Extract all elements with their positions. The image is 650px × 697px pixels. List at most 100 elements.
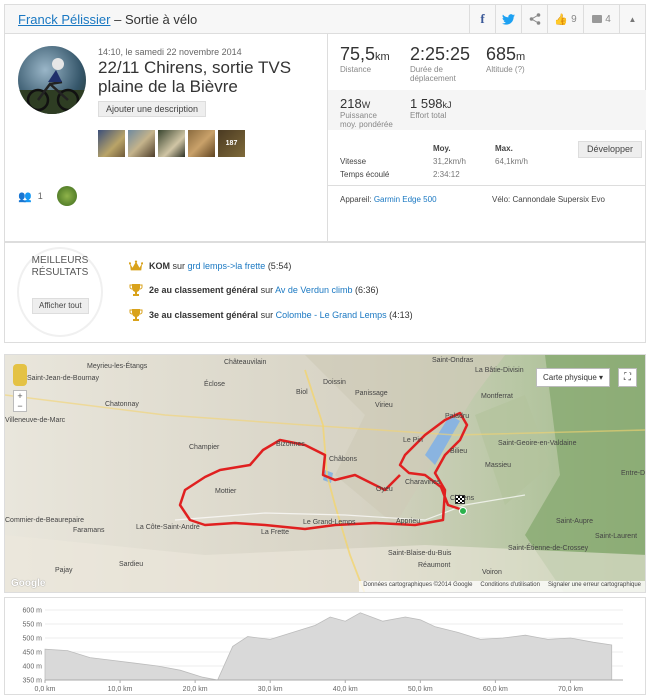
x-tick-label: 10,0 km bbox=[108, 686, 133, 693]
crown-icon bbox=[129, 260, 143, 271]
photo-thumb[interactable] bbox=[158, 130, 185, 157]
athletes-count: 1 bbox=[37, 191, 43, 201]
details-divider bbox=[328, 185, 646, 186]
trophy-icon bbox=[129, 284, 143, 296]
map-place-label: Biol bbox=[296, 389, 308, 396]
distance-label: Distance bbox=[340, 65, 372, 74]
activity-type: Sortie à vélo bbox=[124, 12, 198, 27]
map-place-label: Doissin bbox=[323, 379, 346, 386]
speed-max: 64,1km/h bbox=[495, 157, 528, 166]
elapsed-value: 2:34:12 bbox=[433, 170, 460, 179]
map-place-label: Saint-Geoire-en-Valdaine bbox=[498, 440, 577, 447]
share-button[interactable] bbox=[521, 5, 547, 33]
map-place-label: Paladru bbox=[445, 413, 470, 420]
map-place-label: Le Pin bbox=[403, 437, 423, 444]
photo-thumb[interactable] bbox=[188, 130, 215, 157]
comments-button[interactable]: 4 bbox=[583, 5, 619, 33]
map-place-label: La Frette bbox=[261, 529, 290, 536]
collapse-button[interactable]: ▲ bbox=[619, 5, 645, 33]
stat-weighted-power: 218W Puissance moy. pondérée bbox=[340, 96, 393, 129]
power-unit: W bbox=[361, 100, 371, 110]
segment-link[interactable]: Av de Verdun climb bbox=[275, 285, 352, 295]
energy-value: 1 598 bbox=[410, 96, 443, 111]
map-place-label: Villeneuve-de-Marc bbox=[5, 417, 66, 424]
bike-label: Vélo: bbox=[492, 195, 511, 204]
map-place-label: Éclose bbox=[204, 381, 226, 388]
result-time: (4:13) bbox=[386, 310, 413, 320]
device-link[interactable]: Garmin Edge 500 bbox=[374, 195, 437, 204]
athlete-name-link[interactable]: Franck Pélissier bbox=[18, 12, 110, 27]
result-item: KOM sur grd lemps->la frette (5:54) bbox=[129, 259, 291, 273]
group-athlete-avatar[interactable] bbox=[56, 186, 77, 206]
photo-thumb[interactable] bbox=[128, 130, 155, 157]
x-tick-label: 30,0 km bbox=[258, 686, 283, 693]
map-place-label: Apprieu bbox=[396, 518, 421, 525]
zoom-in-button[interactable]: + bbox=[14, 391, 26, 401]
header-title: Franck Pélissier – Sortie à vélo bbox=[18, 12, 197, 27]
x-tick-label: 0,0 km bbox=[34, 686, 55, 693]
athlete-avatar[interactable] bbox=[18, 46, 86, 114]
map-place-label: Bizonnes bbox=[276, 441, 305, 448]
map-place-label: Mottier bbox=[215, 488, 237, 495]
map-attribution: Données cartographiques ©2014 Google Con… bbox=[359, 581, 645, 592]
result-rank: KOM bbox=[149, 261, 170, 271]
result-sep: sur bbox=[258, 285, 276, 295]
power-value: 218 bbox=[340, 96, 362, 111]
y-tick-label: 550 m bbox=[23, 622, 43, 629]
finish-flag-icon bbox=[455, 495, 465, 504]
map-place-label: Commier-de-Beaurepaire bbox=[5, 517, 84, 524]
x-tick-label: 60,0 km bbox=[483, 686, 508, 693]
facebook-share-button[interactable]: f bbox=[469, 5, 495, 33]
group-athletes: 👥 1 bbox=[18, 186, 77, 206]
person-icon: 👥 bbox=[18, 190, 32, 203]
elevation-label-link[interactable]: Altitude (?) bbox=[486, 65, 525, 74]
activity-title: 22/11 Chirens, sortie TVS plaine de la B… bbox=[98, 58, 292, 96]
map-place-label: Pajay bbox=[55, 567, 73, 574]
best-heading-line-2: RÉSULTATS bbox=[31, 267, 89, 278]
map-place-label: Massieu bbox=[485, 462, 512, 469]
map-type-label: Carte physique bbox=[543, 373, 597, 382]
add-description-button[interactable]: Ajouter une description bbox=[98, 101, 207, 117]
zoom-out-button[interactable]: − bbox=[14, 401, 26, 411]
map-place-label: Saint-Étienne-de-Crossey bbox=[508, 545, 589, 552]
fullscreen-button[interactable]: ⛶ bbox=[618, 368, 637, 387]
terms-link[interactable]: Conditions d'utilisation bbox=[480, 582, 540, 591]
stat-moving-time: 2:25:25 Durée de déplacement bbox=[410, 44, 470, 83]
map-place-label: Saint-Laurent bbox=[595, 533, 638, 540]
report-error-link[interactable]: Signaler une erreur cartographique bbox=[548, 582, 641, 591]
segment-link[interactable]: Colombe - Le Grand Lemps bbox=[276, 310, 387, 320]
device-label: Appareil: bbox=[340, 195, 372, 204]
stat-distance: 75,5km Distance bbox=[340, 44, 390, 74]
photo-thumb[interactable] bbox=[98, 130, 125, 157]
fullscreen-icon: ⛶ bbox=[624, 372, 631, 383]
show-all-button[interactable]: Afficher tout bbox=[32, 298, 89, 314]
photo-thumb-more[interactable]: 187 bbox=[218, 130, 245, 157]
segment-link[interactable]: grd lemps->la frette bbox=[188, 261, 266, 271]
kudos-button[interactable]: 👍 9 bbox=[547, 5, 583, 33]
best-heading-line-1: MEILLEURS bbox=[31, 255, 89, 266]
elevation-chart: 600 m 550 m 500 m 450 m 400 m 350 m 0,0 km 10,… bbox=[23, 608, 623, 693]
kudos-count: 9 bbox=[571, 13, 577, 25]
device-info: Appareil: Garmin Edge 500 bbox=[340, 195, 437, 204]
summary-divider bbox=[327, 34, 328, 242]
map-place-label: Charavines bbox=[405, 479, 441, 486]
twitter-share-button[interactable] bbox=[495, 5, 521, 33]
best-results-heading: MEILLEURS RÉSULTATS bbox=[5, 255, 115, 279]
thumbs-up-icon: 👍 bbox=[554, 13, 569, 26]
map-place-label: Réaumont bbox=[418, 562, 451, 569]
zoom-control: + − bbox=[13, 390, 27, 412]
map-place-label: Châteauvilain bbox=[224, 359, 267, 366]
result-sep: sur bbox=[258, 310, 276, 320]
map-place-label: Saint-Jean-de-Bournay bbox=[27, 375, 99, 382]
street-view-pegman-icon[interactable] bbox=[13, 364, 27, 386]
map-type-select[interactable]: Carte physique ▾ bbox=[536, 368, 611, 387]
map-data-credit: Données cartographiques ©2014 Google bbox=[363, 582, 473, 588]
route-map[interactable]: Saint-Ondras Meyrieu-les-Étangs Châteauv… bbox=[4, 354, 646, 593]
col-max-header: Max. bbox=[495, 144, 513, 153]
bike-info: Vélo: Cannondale Supersix Evo bbox=[492, 195, 605, 204]
elevation-profile[interactable]: 600 m 550 m 500 m 450 m 400 m 350 m 0,0 km 10,… bbox=[4, 597, 646, 695]
expand-details-button[interactable]: Développer bbox=[578, 141, 643, 158]
map-place-label: Oyeu bbox=[376, 486, 393, 493]
power-label-2: moy. pondérée bbox=[340, 120, 393, 129]
map-place-label: Meyrieu-les-Étangs bbox=[87, 363, 148, 370]
